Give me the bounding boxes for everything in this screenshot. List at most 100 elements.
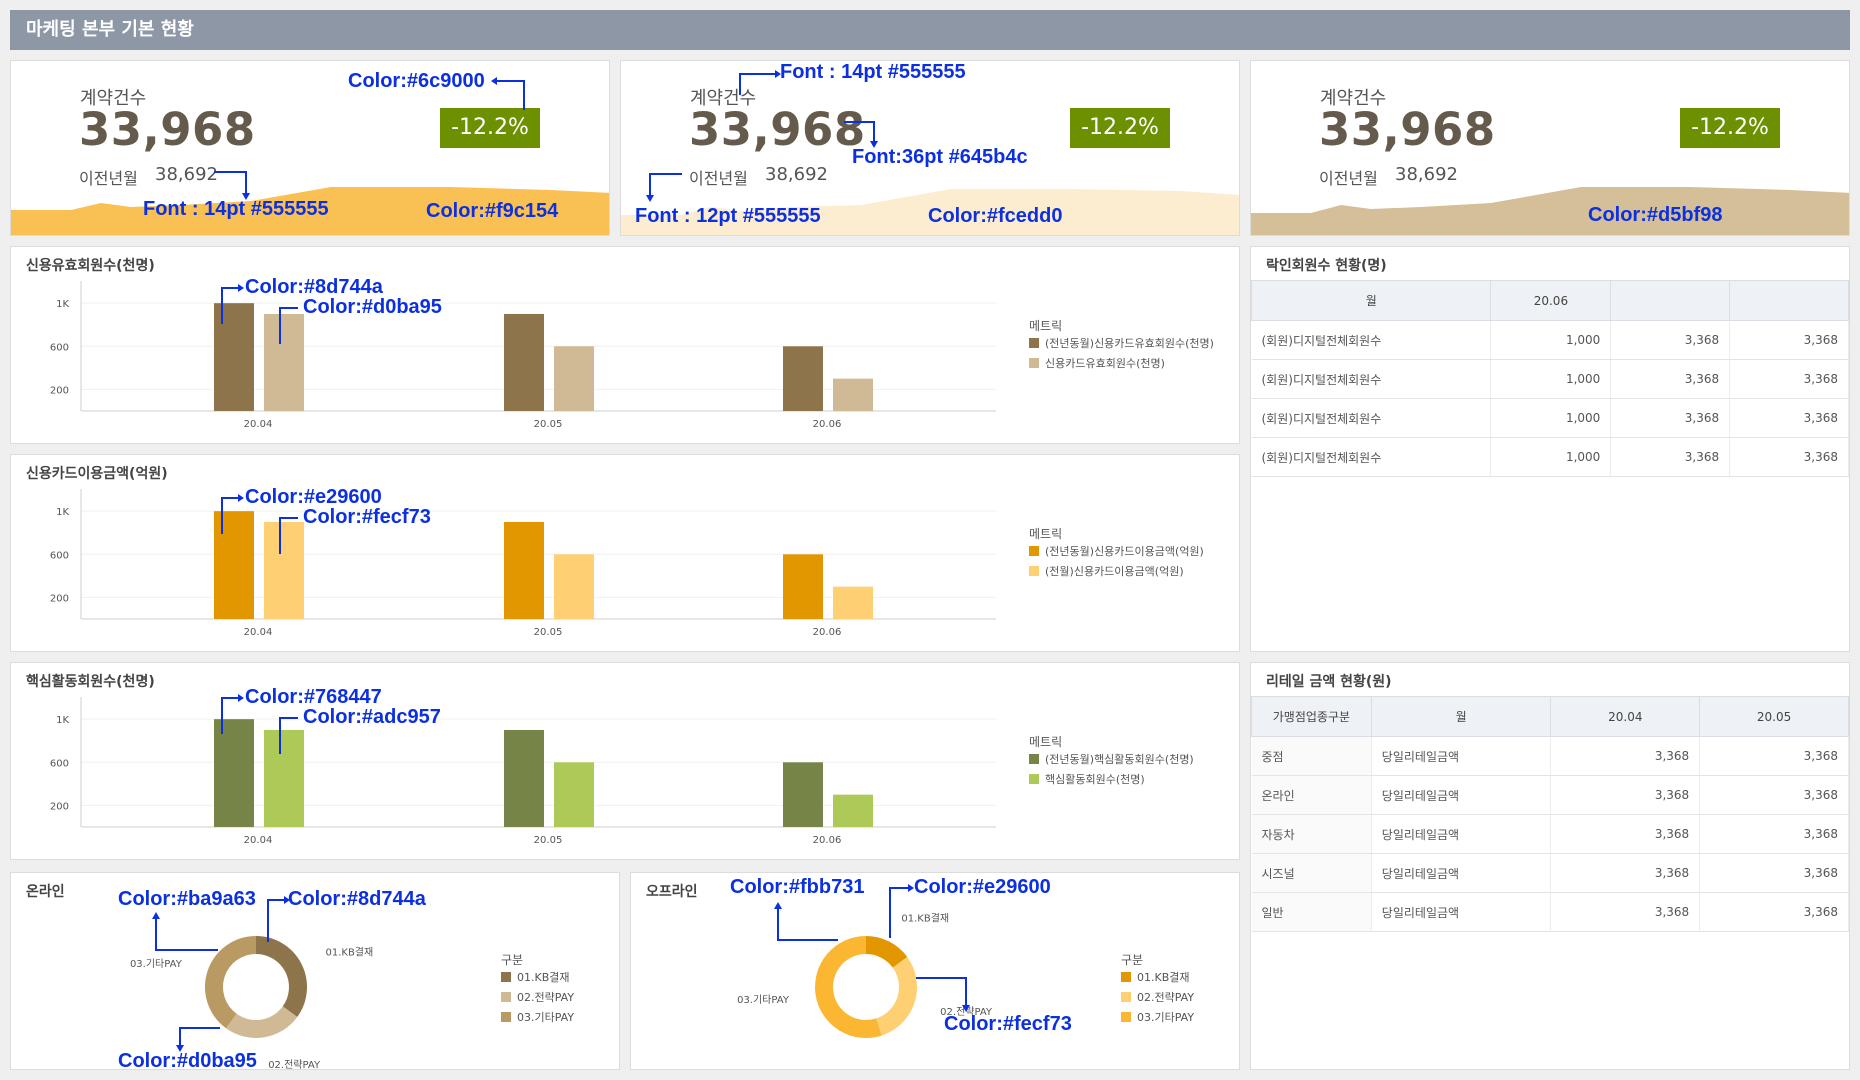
chart-legend: 구분 01.KB결재 02.전략PAY 03.기타PAY [501,951,574,1028]
annotation-arrow [221,494,298,554]
members-table: 월 20.06 (회원)디지털전체회원수 1,000 3,368 3,368 (회원)… [1250,280,1849,477]
table-row: 시즈널 당일리테일금액 3,368 3,368 [1251,853,1849,893]
slice-label: 03.기타PAY [130,958,183,970]
table-cell: 3,368 [1550,814,1701,854]
legend-item: 01.KB결재 [501,968,574,988]
slice-label: 03.기타PAY [737,994,790,1006]
bar [504,729,544,827]
table-row: (회원)디지털전체회원수 1,000 3,368 3,368 [1251,320,1849,360]
legend-item: 01.KB결재 [1121,968,1194,988]
kpi-area-fill [1251,187,1849,235]
donut-slice [226,1006,298,1038]
x-tick-label: 20.06 [813,419,842,430]
table-header: 월 [1250,280,1492,321]
table-cell: 온라인 [1251,775,1372,815]
table-cell: 3,368 [1610,398,1731,438]
table-cell: 1,000 [1490,320,1612,360]
kpi-prev-value: 38,692 [155,164,218,185]
legend-item: 02.전략PAY [501,988,574,1008]
legend-label: 신용카드유효회원수(천명) [1045,357,1165,370]
bar [554,762,594,827]
annotation-label: Font : 14pt #555555 [780,61,966,83]
table-row: 중점 당일리테일금액 3,368 3,368 [1251,736,1849,776]
table-cell: 3,368 [1699,892,1849,932]
y-tick-label: 1K [56,507,69,518]
y-tick-label: 200 [50,385,69,396]
legend-swatch [501,972,511,982]
table-cell: 3,368 [1610,437,1731,477]
legend-swatch [1121,992,1131,1002]
bar [833,794,873,827]
annotation-arrow [491,77,525,110]
legend-swatch [501,992,511,1002]
annotation-label: Font:36pt #645b4c [852,146,1028,168]
slice-label: 02.전략PAY [268,1059,321,1071]
annotation-label: Font : 12pt #555555 [635,205,821,227]
table-cell: 3,368 [1729,398,1849,438]
legend-item: (전년동월)신용카드이용금액(억원) [1029,542,1204,562]
table-cell: 일반 [1251,892,1372,932]
chart-legend: 구분 01.KB결재 02.전략PAY 03.기타PAY [1121,951,1194,1028]
annotation-label: Color:#f9c154 [426,200,559,222]
table-cell: 3,368 [1729,359,1849,399]
table-row: (회원)디지털전체회원수 1,000 3,368 3,368 [1251,398,1849,438]
table-cell: 자동차 [1251,814,1372,854]
table-cell: 당일리테일금액 [1371,736,1552,776]
page-title: 마케팅 본부 기본 현황 [10,10,1850,50]
annotation-arrow [221,284,298,344]
legend-swatch [1029,338,1039,348]
table-cell: 3,368 [1699,853,1849,893]
bar [783,762,823,827]
table-cell: 3,368 [1699,736,1849,776]
members-table-panel: 락인회원수 현황(명) 월 20.06 (회원)디지털전체회원수 1,000 3,3… [1250,246,1850,652]
table-header [1610,280,1731,321]
annotation-arrow [152,912,218,951]
table-cell: 중점 [1251,736,1372,776]
table-header: 20.06 [1490,280,1612,321]
x-tick-label: 20.05 [534,627,563,638]
annotation-label: Color:#fecf73 [303,506,431,528]
legend-title: 메트릭 [1029,735,1063,749]
table-cell: 3,368 [1550,775,1701,815]
table-header: 월 [1370,696,1552,737]
legend-swatch [1029,358,1039,368]
donut-panel-offline: 오프라인 01.KB결재 02.전략PAY 03.기타PAY 구분 01.KB결재 … [630,872,1240,1070]
legend-title: 메트릭 [1029,527,1063,541]
bar [833,586,873,619]
bar [783,554,823,619]
table-cell: 1,000 [1490,437,1612,477]
table-cell: 3,368 [1550,853,1701,893]
kpi-prev-value: 38,692 [765,164,828,185]
table-row: (회원)디지털전체회원수 1,000 3,368 3,368 [1251,359,1849,399]
donut-slice [255,936,307,1017]
table-row: 자동차 당일리테일금액 3,368 3,368 [1251,814,1849,854]
x-tick-label: 20.04 [244,419,273,430]
legend-item: 핵심활동회원수(천명) [1029,770,1194,790]
annotation-arrow [267,896,290,942]
table-cell: 3,368 [1729,437,1849,477]
legend-item: 신용카드유효회원수(천명) [1029,354,1214,374]
table-cell: 3,368 [1729,320,1849,360]
kpi-change-badge: -12.2% [1680,108,1780,148]
annotation-arrow [646,173,682,202]
donut-slice [865,936,908,968]
legend-swatch [1121,972,1131,982]
legend-item: 02.전략PAY [1121,988,1194,1008]
table-header [1729,280,1849,321]
kpi-change-badge: -12.2% [1070,108,1170,148]
legend-item: (전년동월)신용카드유효회원수(천명) [1029,334,1214,354]
bar [504,521,544,619]
annotation-label: Color:#8d744a [288,888,426,910]
legend-swatch [1029,566,1039,576]
legend-label: (전년동월)신용카드유효회원수(천명) [1045,337,1214,350]
table-cell: 3,368 [1550,892,1701,932]
table-cell: 시즈널 [1251,853,1372,893]
table-cell: 당일리테일금액 [1371,853,1552,893]
y-tick-label: 600 [50,550,69,561]
table-row: 일반 당일리테일금액 3,368 3,368 [1251,892,1849,932]
annotation-label: Color:#d5bf98 [1588,204,1723,226]
y-tick-label: 1K [56,715,69,726]
kpi-value: 33,968 [689,103,866,156]
annotation-label: Color:#d0ba95 [303,296,442,318]
bar [504,313,544,411]
